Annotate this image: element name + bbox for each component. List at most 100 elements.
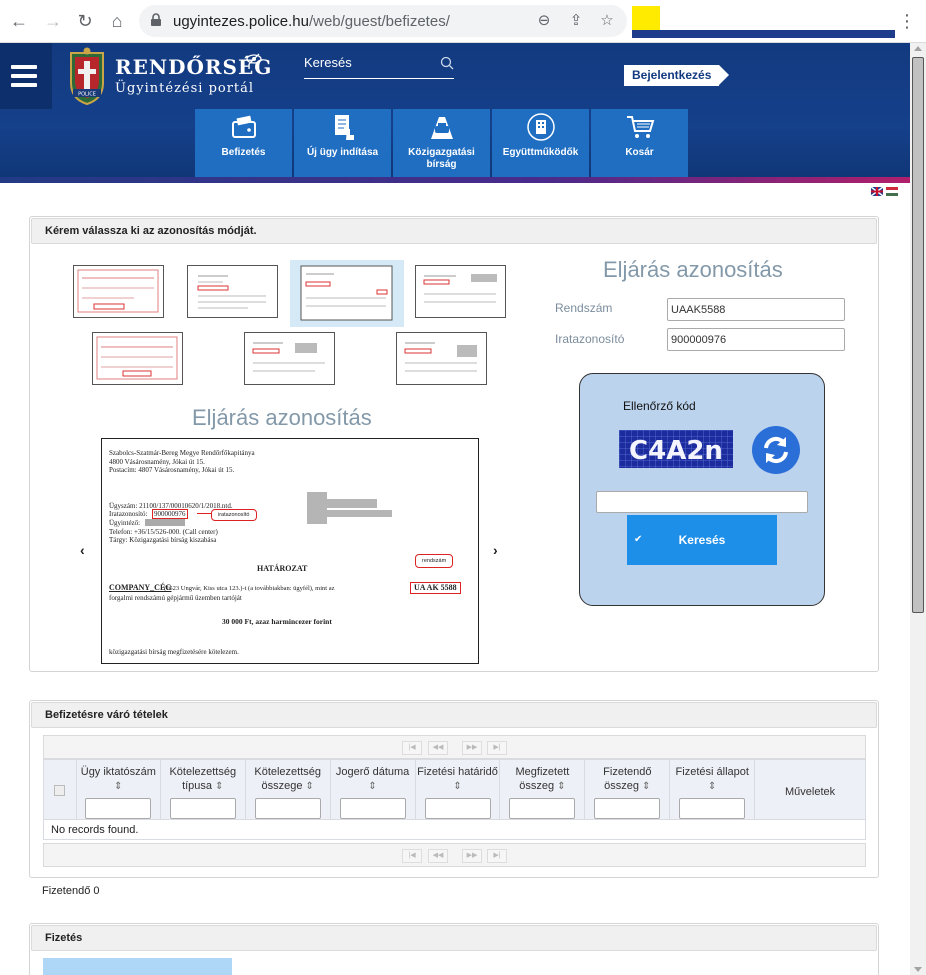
sample-doc-thumbnail[interactable] [187,265,278,318]
sample-doc-thumbnail[interactable] [92,332,183,385]
sort-icon[interactable]: ⇕ [708,781,716,792]
captcha-refresh-icon[interactable] [752,426,800,474]
plate-input[interactable] [667,298,845,321]
eye-icon [246,53,262,67]
col-fizetesi-allapot[interactable]: Fizetési állapot ⇕ [669,759,756,820]
form-heading: Eljárás azonosítás [603,257,783,282]
sort-icon[interactable]: ⇕ [368,781,376,792]
search-icon[interactable] [440,56,454,70]
col-megfizetett-osszeg[interactable]: Megfizetett összeg ⇕ [499,759,586,820]
col-jogero-datuma[interactable]: Jogerő dátuma ⇕ [329,759,416,820]
header-search [304,55,454,79]
payment-panel-title: Fizetés [31,925,877,951]
scroll-down-icon[interactable] [914,967,922,972]
sample-doc-thumbnail-selected[interactable] [290,260,404,327]
tile-kozigazgatasi-birsag[interactable]: Közigazgatási bírság [393,109,490,177]
back-arrow-icon[interactable]: ← [8,10,30,32]
sort-icon[interactable]: ⇕ [642,781,650,792]
scrollbar-thumb[interactable] [912,57,924,613]
col-kotelezettseg-osszege[interactable]: Kötelezettség összege ⇕ [244,759,331,820]
tile-befizetes[interactable]: Befizetés [195,109,292,177]
zoom-icon[interactable]: ⊖ [535,12,553,30]
sample-doc-thumbnail[interactable] [73,265,164,318]
filter-input[interactable] [254,798,321,819]
tile-kosar[interactable]: Kosár [591,109,688,177]
tile-egyuttmukodok[interactable]: Együttműködők [492,109,589,177]
filter-input[interactable] [509,798,576,819]
col-label: Kötelezettség típusa [169,766,237,792]
captcha-input[interactable] [596,491,808,513]
captcha-image: C4A2n [619,430,733,468]
total-payable: Fizetendő 0 [42,885,100,897]
site-header: POLICE RENDŐRSÉG Ügyintézési portál Beje… [0,43,910,183]
building-icon [527,113,555,141]
first-page-icon[interactable]: |◀ [402,849,422,863]
header-search-input[interactable] [304,55,429,70]
table-pager-bottom: |◀ ◀◀ ▶▶ ▶| [43,843,866,867]
table-header-row: Ügy iktatószám ⇕ Kötelezettség típusa ⇕ … [43,759,866,820]
sort-icon[interactable]: ⇕ [114,781,122,792]
prev-page-icon[interactable]: ◀◀ [428,741,448,755]
tile-uj-ugy[interactable]: Új ügy indítása [294,109,391,177]
redacted-block [327,499,377,508]
scroll-up-icon[interactable] [914,46,922,51]
sample-doc-thumbnail[interactable] [415,265,506,318]
forward-arrow-icon[interactable]: → [42,10,64,32]
police-crest-logo[interactable]: POLICE [67,47,107,105]
search-submit-button[interactable]: ✔ Keresés [627,515,777,565]
col-label: Ügy iktatószám [80,766,156,778]
last-page-icon[interactable]: ▶| [487,741,507,755]
sample-doc-thumbnail[interactable] [396,332,487,385]
next-page-icon[interactable]: ▶▶ [462,849,482,863]
filter-input[interactable] [339,798,406,819]
col-kotelezettseg-tipusa[interactable]: Kötelezettség típusa ⇕ [159,759,246,820]
reload-icon[interactable]: ↻ [74,10,96,32]
document-touch-icon [335,115,354,140]
sort-icon[interactable]: ⇕ [557,781,565,792]
share-icon[interactable]: ⇪ [567,12,585,30]
address-bar[interactable]: ugyintezes.police.hu/web/guest/befizetes… [139,5,627,37]
col-fizetendo-osszeg[interactable]: Fizetendő összeg ⇕ [584,759,671,820]
language-flags-icon[interactable] [871,187,898,196]
filter-input[interactable] [594,798,661,819]
last-page-icon[interactable]: ▶| [487,849,507,863]
sample-doc-thumbnail[interactable] [244,332,335,385]
doc-amount: 30 000 Ft, azaz harmincezer forint [222,617,332,626]
svg-text:POLICE: POLICE [78,92,96,98]
car-road-icon [431,117,453,139]
filter-input[interactable] [679,798,746,819]
docid-input[interactable] [667,328,845,351]
extension-icon[interactable] [632,6,660,30]
page-scrollbar[interactable] [910,43,926,975]
prev-page-icon[interactable]: ◀◀ [428,849,448,863]
extension-bar [632,30,895,38]
payment-button[interactable] [43,958,232,975]
page: POLICE RENDŐRSÉG Ügyintézési portál Beje… [0,43,910,975]
identify-panel: Kérem válassza ki az azonosítás módját. … [29,216,879,672]
col-muveletek: Műveletek [754,759,866,820]
tile-label: Együttműködők [502,147,579,158]
tile-label: Közigazgatási bírság [408,147,475,170]
redacted-block [327,510,392,517]
next-page-icon[interactable]: ▶▶ [462,741,482,755]
carousel-next-icon[interactable]: › [493,542,498,558]
bookmark-star-icon[interactable]: ☆ [598,12,616,30]
col-fizetesi-hatarido[interactable]: Fizetési határidő ⇕ [414,759,501,820]
first-page-icon[interactable]: |◀ [402,741,422,755]
browser-menu-icon[interactable]: ⋮ [898,11,916,31]
filter-input[interactable] [424,798,491,819]
login-button[interactable]: Bejelentkezés [624,65,730,86]
col-ugy-iktatoszam[interactable]: Ügy iktatószám ⇕ [75,759,161,820]
filter-input[interactable] [85,798,152,819]
select-all-checkbox[interactable] [54,785,66,796]
sort-icon[interactable]: ⇕ [215,781,223,792]
plate-callout: rendszám [415,554,454,568]
hamburger-menu-icon[interactable] [0,43,52,109]
sort-icon[interactable]: ⇕ [306,781,314,792]
captcha-box: Ellenőrző kód C4A2n ✔ Keresés [579,373,825,606]
sort-icon[interactable]: ⇕ [453,781,461,792]
filter-input[interactable] [169,798,236,819]
home-icon[interactable]: ⌂ [106,10,128,32]
url-host: ugyintezes.police.hu [173,13,309,30]
carousel-prev-icon[interactable]: ‹ [80,542,85,558]
